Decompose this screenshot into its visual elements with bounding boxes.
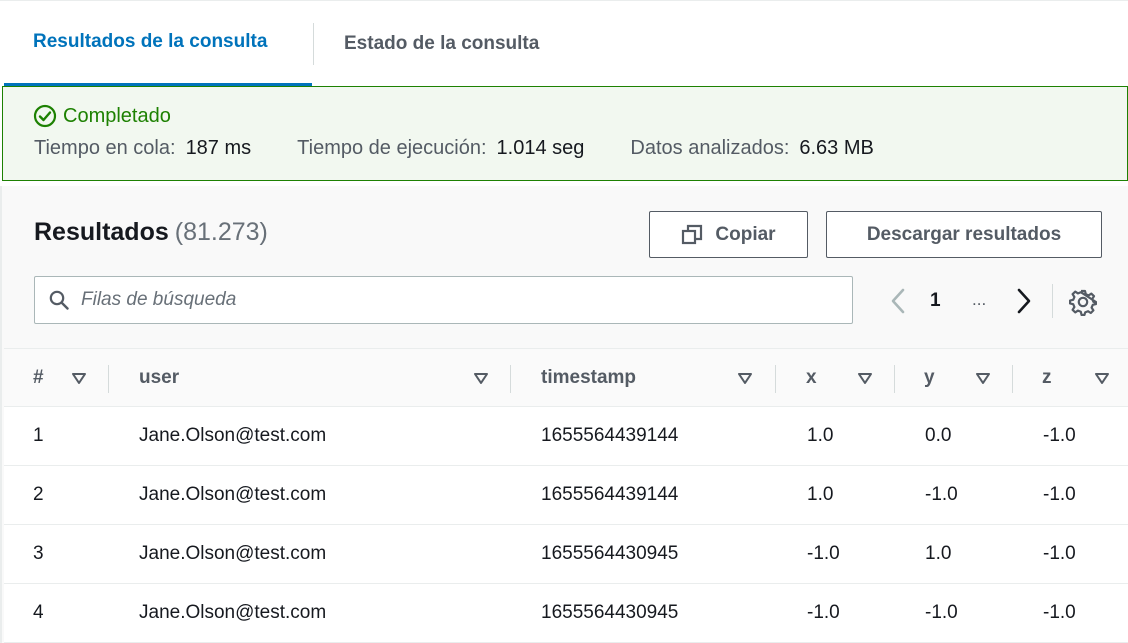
cell-y: -1.0 [925,484,958,505]
column-divider[interactable] [775,365,776,393]
cell-z: -1.0 [1043,484,1076,505]
cell-z: -1.0 [1043,543,1076,564]
cell-index: 2 [33,484,44,505]
copy-button-label: Copiar [715,223,776,245]
cell-timestamp: 1655564430945 [541,602,679,623]
status-indicator: Completado [33,104,171,128]
results-table: # user timestamp x y z 1 Jane.Olson@test… [4,348,1128,643]
metric-scanned-label: Datos analizados: [630,137,790,159]
cell-user: Jane.Olson@test.com [139,543,327,564]
page-number-1[interactable]: 1 [930,290,941,312]
sort-caret-icon[interactable] [473,370,489,386]
status-banner: Completado Tiempo en cola: 187 ms Tiempo … [2,86,1128,181]
preferences-button[interactable] [1068,288,1098,317]
tab-bar: Resultados de la consulta Estado de la c… [0,0,1128,86]
download-button-label: Descargar resultados [866,223,1062,245]
gear-icon [1068,289,1098,317]
column-header-index[interactable]: # [33,349,44,407]
results-heading: Resultados (81.273) [34,218,268,247]
table-header: # user timestamp x y z [4,348,1128,407]
cell-user: Jane.Olson@test.com [139,484,327,505]
column-header-user[interactable]: user [139,349,179,407]
table-row: 2 Jane.Olson@test.com 1655564439144 1.0 … [4,466,1128,525]
cell-index: 3 [33,543,44,564]
column-divider[interactable] [510,365,511,393]
sort-caret-icon[interactable] [737,370,753,386]
cell-y: -1.0 [925,602,958,623]
column-divider[interactable] [894,365,895,393]
query-metrics: Tiempo en cola: 187 ms Tiempo de ejecució… [34,137,920,160]
search-placeholder: Filas de búsqueda [81,289,237,310]
metric-scanned-value: 6.63 MB [799,137,874,159]
sort-caret-icon[interactable] [71,370,87,386]
metric-queue-label: Tiempo en cola: [34,137,176,159]
next-page-button[interactable] [1012,286,1036,316]
column-header-z[interactable]: z [1042,349,1052,407]
cell-x: 1.0 [807,484,834,505]
cell-y: 0.0 [925,425,952,446]
cell-user: Jane.Olson@test.com [139,602,327,623]
tab-query-status[interactable]: Estado de la consulta [314,1,539,86]
metric-exec-value: 1.014 seg [496,137,585,159]
copy-button[interactable]: Copiar [649,211,808,258]
check-circle-icon [33,104,57,128]
sort-caret-icon[interactable] [1094,370,1110,386]
cell-x: -1.0 [807,602,840,623]
metric-data-scanned: Datos analizados: 6.63 MB [630,137,873,160]
column-divider[interactable] [108,365,109,393]
pagination-divider [1052,284,1053,318]
metric-queue-value: 187 ms [185,137,252,159]
sort-caret-icon[interactable] [975,370,991,386]
chevron-right-icon [1017,288,1031,314]
results-panel: Resultados (81.273) Copiar Descargar resu… [0,186,1128,643]
cell-index: 4 [33,602,44,623]
table-body: 1 Jane.Olson@test.com 1655564439144 1.0 … [4,407,1128,643]
results-title: Resultados [34,218,169,246]
cell-index: 1 [33,425,44,446]
cell-timestamp: 1655564439144 [541,484,679,505]
metric-exec-label: Tiempo de ejecución: [297,137,487,159]
column-header-timestamp[interactable]: timestamp [541,349,636,407]
search-input[interactable]: Filas de búsqueda [34,276,853,324]
table-row: 3 Jane.Olson@test.com 1655564430945 -1.0… [4,525,1128,584]
cell-z: -1.0 [1043,602,1076,623]
column-header-y[interactable]: y [924,349,935,407]
table-row: 1 Jane.Olson@test.com 1655564439144 1.0 … [4,407,1128,466]
table-row: 4 Jane.Olson@test.com 1655564430945 -1.0… [4,584,1128,643]
download-results-button[interactable]: Descargar resultados [826,211,1102,258]
copy-icon [682,224,703,244]
status-label: Completado [63,104,171,127]
chevron-left-icon [891,288,905,314]
metric-queue-time: Tiempo en cola: 187 ms [34,137,251,160]
cell-x: 1.0 [807,425,834,446]
previous-page-button[interactable] [886,286,910,316]
cell-z: -1.0 [1043,425,1076,446]
column-divider[interactable] [1012,365,1013,393]
cell-timestamp: 1655564439144 [541,425,679,446]
cell-x: -1.0 [807,543,840,564]
cell-timestamp: 1655564430945 [541,543,679,564]
sort-caret-icon[interactable] [857,370,873,386]
cell-y: 1.0 [925,543,952,564]
results-count: (81.273) [174,218,268,246]
column-header-x[interactable]: x [806,349,817,407]
tab-query-results[interactable]: Resultados de la consulta [4,1,312,86]
metric-exec-time: Tiempo de ejecución: 1.014 seg [297,137,584,160]
pagination-ellipsis: ... [972,290,987,309]
cell-user: Jane.Olson@test.com [139,425,327,446]
search-icon [49,290,69,310]
